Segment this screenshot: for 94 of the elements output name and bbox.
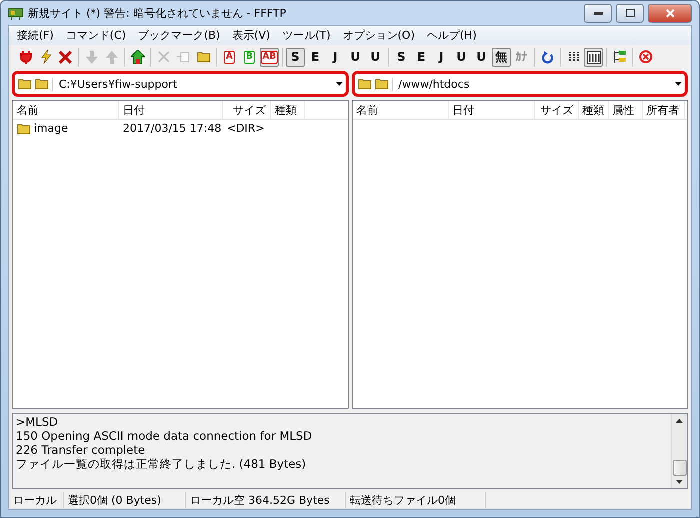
- charset-label: S: [397, 50, 406, 64]
- charset-label: U: [350, 50, 360, 64]
- minimize-icon: [594, 12, 602, 14]
- app-icon: [8, 6, 24, 20]
- mode-label: B: [244, 50, 255, 64]
- folder-open-icon: [374, 78, 388, 90]
- menu-item[interactable]: ツール(T): [276, 28, 337, 43]
- file-name: image: [34, 122, 68, 135]
- charset-label: ｶﾅ: [516, 50, 528, 64]
- column-header[interactable]: 属性: [608, 101, 642, 119]
- close-icon: [666, 8, 674, 18]
- toolbar-button[interactable]: S: [286, 48, 305, 66]
- column-header[interactable]: 名前: [352, 101, 448, 119]
- toolbar-button[interactable]: U: [366, 48, 385, 66]
- window-title: 新規サイト (*) 警告: 暗号化されていません - FFFTP: [28, 6, 288, 20]
- toolbar-button[interactable]: AB: [260, 48, 279, 66]
- column-header[interactable]: 名前: [13, 101, 119, 119]
- list-icon: [568, 51, 580, 63]
- toolbar-button[interactable]: E: [412, 48, 431, 66]
- folder-open-icon: [35, 78, 49, 90]
- toolbar-button[interactable]: J: [432, 48, 451, 66]
- column-header[interactable]: 日付: [448, 101, 534, 119]
- scrollbar[interactable]: [671, 414, 687, 488]
- menu-item[interactable]: コマンド(C): [60, 28, 132, 43]
- log-line: >MLSD: [16, 415, 60, 429]
- menu-item[interactable]: ヘルプ(H): [421, 28, 483, 43]
- toolbar-button[interactable]: S: [392, 48, 411, 66]
- column-header[interactable]: サイズ: [223, 101, 271, 119]
- status-text: ローカル: [9, 492, 64, 508]
- maximize-icon: [626, 9, 634, 17]
- refresh-icon: [542, 50, 554, 64]
- path-field[interactable]: C:¥Users¥fiw-support: [12, 71, 348, 97]
- stop-icon: [638, 50, 652, 64]
- up-arrow-icon: [106, 50, 118, 64]
- toolbar-button[interactable]: J: [326, 48, 345, 66]
- folder-icon: [17, 122, 31, 134]
- folder-up-icon: [358, 78, 372, 90]
- menu-item[interactable]: ブックマーク(B): [132, 28, 226, 43]
- mode-label: AB: [260, 50, 278, 64]
- column-header[interactable]: 所有者: [642, 101, 684, 119]
- mode-label: A: [224, 50, 235, 64]
- scroll-thumb[interactable]: [672, 460, 686, 476]
- down-arrow-icon: [86, 50, 98, 64]
- details-icon: [586, 50, 600, 64]
- cross-icon: [158, 51, 170, 63]
- dropdown-caret-icon[interactable]: [336, 82, 342, 86]
- toolbar-button[interactable]: A: [220, 48, 239, 66]
- log-line: 226 Transfer complete: [16, 443, 146, 457]
- column-header[interactable]: 種類: [271, 101, 305, 119]
- charset-label: E: [311, 50, 320, 64]
- charset-label: E: [417, 50, 426, 64]
- scroll-up-icon: [676, 419, 683, 423]
- charset-label: U: [456, 50, 466, 64]
- folder-up-icon: [18, 78, 32, 90]
- cross-icon: [59, 50, 72, 64]
- charset-label: U: [370, 50, 380, 64]
- menu-item[interactable]: 表示(V): [226, 28, 276, 43]
- status-text: 転送待ちファイル0個: [346, 492, 486, 508]
- maximize-button[interactable]: [616, 4, 644, 22]
- toolbar-button[interactable]: U: [452, 48, 471, 66]
- toolbar-button[interactable]: U: [472, 48, 491, 66]
- plug-icon: [20, 50, 32, 64]
- charset-label: J: [439, 50, 444, 64]
- minimize-button[interactable]: [584, 4, 612, 22]
- charset-label: J: [333, 50, 338, 64]
- menu-item[interactable]: 接続(F): [11, 28, 60, 43]
- column-header[interactable]: 種類: [578, 101, 608, 119]
- house-arrow-icon: [130, 50, 144, 64]
- log-line: 150 Opening ASCII mode data connection for MLSD: [16, 429, 314, 443]
- tree-icon: [612, 50, 626, 64]
- column-header[interactable]: サイズ: [534, 101, 578, 119]
- close-button[interactable]: [648, 4, 692, 22]
- path-field[interactable]: /www/htdocs: [352, 71, 688, 97]
- size-cell-text: <DIR>: [226, 122, 266, 135]
- toolbar-button[interactable]: 無: [492, 48, 511, 66]
- toolbar-button[interactable]: [128, 48, 147, 66]
- lightning-icon: [40, 50, 52, 64]
- toolbar-button[interactable]: U: [346, 48, 365, 66]
- rename-icon: [177, 52, 190, 62]
- folder-icon: [196, 51, 210, 63]
- scroll-down-icon: [676, 480, 683, 484]
- charset-label: U: [476, 50, 486, 64]
- status-text: ローカル空 364.52G Bytes: [186, 492, 346, 508]
- toolbar-button[interactable]: E: [306, 48, 325, 66]
- charset-label: 無: [496, 48, 508, 66]
- status-text: 選択0個 (0 Bytes): [64, 492, 186, 508]
- date-cell-text: 2017/03/15 17:48: [122, 122, 223, 135]
- log-line: ファイル一覧の取得は正常終了しました. (481 Bytes): [16, 457, 308, 471]
- menu-item[interactable]: オプション(O): [336, 28, 421, 43]
- file-name-cell[interactable]: image: [13, 122, 119, 135]
- column-header[interactable]: 日付: [119, 101, 223, 119]
- toolbar-button[interactable]: [584, 48, 603, 66]
- charset-label: S: [291, 50, 300, 64]
- dropdown-caret-icon[interactable]: [675, 82, 682, 86]
